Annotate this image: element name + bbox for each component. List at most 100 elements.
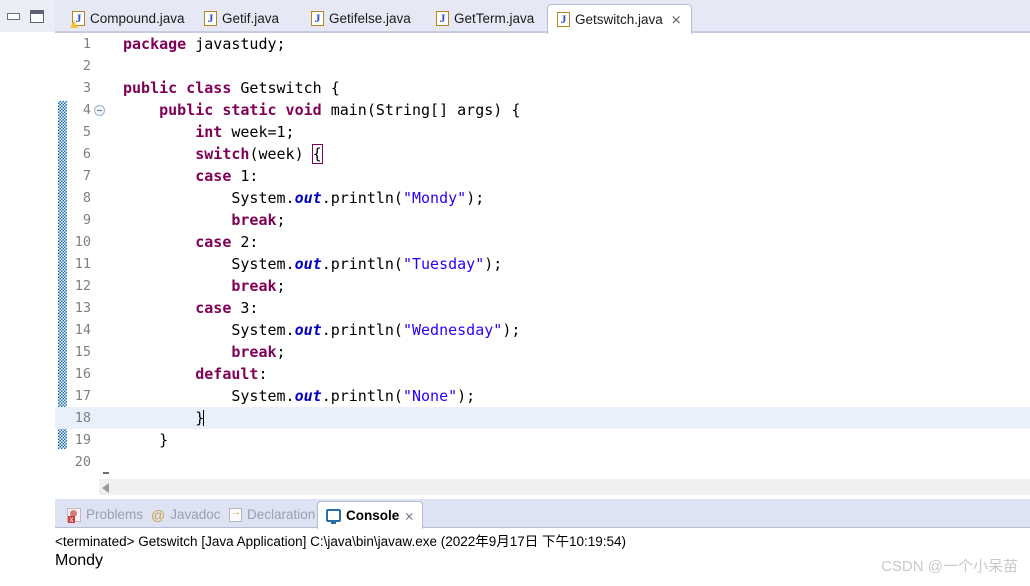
code-token: case: [195, 233, 232, 251]
scroll-left-arrow-icon[interactable]: [102, 483, 109, 493]
code-line[interactable]: 6 switch(week) {: [55, 143, 1030, 165]
code-editor-area[interactable]: 1 package javastudy; 2 3 public class Getswi…: [55, 33, 1030, 478]
code-line[interactable]: 8 System.out.println("Mondy");: [55, 187, 1030, 209]
console-tab-javadoc[interactable]: @ Javadoc: [143, 501, 229, 528]
code-line[interactable]: 17 System.out.println("None");: [55, 385, 1030, 407]
line-number: 2: [82, 58, 91, 74]
minimize-icon[interactable]: [7, 12, 20, 20]
line-number: 20: [74, 454, 91, 470]
maximize-icon[interactable]: [30, 9, 44, 23]
eclipse-ide-window: J Compound.java J Getif.java J Getifelse.java…: [0, 0, 1030, 586]
line-number: 11: [74, 256, 91, 272]
editor-tab-getswitch-java[interactable]: J Getswitch.java ⨯: [547, 4, 692, 36]
code-token: switch: [195, 145, 250, 163]
line-number: 6: [82, 146, 91, 162]
code-token: (week): [249, 145, 313, 163]
editor-tab-getif-java[interactable]: J Getif.java: [195, 4, 288, 33]
code-line[interactable]: 20: [55, 451, 1030, 473]
fold-collapse-icon[interactable]: [94, 105, 105, 116]
csdn-watermark: CSDN @一个小呆苗: [881, 558, 1018, 575]
code-line-text: package javastudy;: [123, 33, 286, 55]
line-number: 5: [82, 124, 91, 140]
java-file-icon: J: [204, 11, 217, 26]
code-token: );: [457, 387, 476, 405]
code-token: public static void: [159, 101, 322, 119]
editor-tab-getterm-java[interactable]: J GetTerm.java: [427, 4, 543, 33]
code-lines: 1 package javastudy; 2 3 public class Getswi…: [55, 33, 1030, 473]
console-tab-label: Javadoc: [170, 507, 221, 522]
text-caret: [203, 410, 205, 426]
line-number: 3: [82, 80, 91, 96]
code-line[interactable]: 9 break;: [55, 209, 1030, 231]
code-line[interactable]: 19 }: [55, 429, 1030, 451]
code-line[interactable]: 16 default:: [55, 363, 1030, 385]
line-number: 14: [74, 322, 91, 338]
code-token: );: [466, 189, 485, 207]
code-token: break: [231, 211, 277, 229]
code-line[interactable]: 1 package javastudy;: [55, 33, 1030, 55]
code-token: 3:: [231, 299, 259, 317]
code-line[interactable]: 4 public static void main(String[] args)…: [55, 99, 1030, 121]
problems-icon: [67, 507, 81, 523]
code-line-text: int week=1;: [123, 121, 294, 143]
code-line[interactable]: 14 System.out.println("Wednesday");: [55, 319, 1030, 341]
code-line-text: case 2:: [123, 231, 258, 253]
close-icon[interactable]: ⨯: [671, 13, 682, 26]
editor-horizontal-scrollbar[interactable]: [99, 478, 1030, 495]
code-line-text: public class Getswitch {: [123, 77, 340, 99]
editor-tab-compound-java[interactable]: J Compound.java: [63, 4, 194, 33]
console-tab-console[interactable]: Console ⨯: [317, 501, 424, 531]
code-token: "None": [402, 387, 458, 405]
code-token: "Wednesday": [402, 321, 503, 339]
code-token: main(String[] args) {: [321, 101, 521, 119]
code-line-text: System.out.println("Tuesday");: [123, 253, 502, 275]
line-number: 12: [74, 278, 91, 294]
console-part: Problems @ Javadoc Declaration Console ⨯ <ter…: [55, 495, 1030, 586]
code-token: System.: [123, 255, 295, 273]
code-line[interactable]: 18 }: [55, 407, 1030, 429]
line-number: 9: [82, 212, 91, 228]
line-number: 16: [74, 366, 91, 382]
code-token: }: [123, 409, 205, 427]
code-token: System.: [123, 387, 295, 405]
line-number: 10: [74, 234, 91, 250]
close-icon[interactable]: ⨯: [404, 509, 414, 523]
line-number: 4: [82, 102, 91, 118]
code-line[interactable]: 11 System.out.println("Tuesday");: [55, 253, 1030, 275]
code-line[interactable]: 10 case 2:: [55, 231, 1030, 253]
editor-tab-getifelse-java[interactable]: J Getifelse.java: [302, 4, 420, 33]
code-token: 1:: [231, 167, 259, 185]
code-line[interactable]: 12 break;: [55, 275, 1030, 297]
code-line-text: case 3:: [123, 297, 258, 319]
code-line[interactable]: 15 break;: [55, 341, 1030, 363]
code-line[interactable]: 2: [55, 55, 1030, 77]
console-tab-declaration[interactable]: Declaration: [221, 501, 323, 528]
code-line-text: System.out.println("None");: [123, 385, 475, 407]
code-token: default: [195, 365, 259, 383]
code-line-text: case 1:: [123, 165, 258, 187]
console-tab-problems[interactable]: Problems: [59, 501, 151, 528]
console-body[interactable]: <terminated> Getswitch [Java Application…: [55, 528, 1030, 586]
code-line-text: break;: [123, 275, 286, 297]
editor-part: J Compound.java J Getif.java J Getifelse.java…: [55, 0, 1030, 495]
code-line[interactable]: 13 case 3:: [55, 297, 1030, 319]
line-number: 13: [74, 300, 91, 316]
code-token: out: [294, 387, 322, 405]
code-line[interactable]: 3 public class Getswitch {: [55, 77, 1030, 99]
code-token: javastudy;: [186, 35, 286, 53]
code-line-text: default:: [123, 363, 267, 385]
code-token: }: [123, 431, 169, 449]
console-terminated-line: <terminated> Getswitch [Java Application…: [55, 534, 627, 549]
fold-collapse-tick-icon[interactable]: [103, 472, 109, 474]
code-token: ;: [276, 277, 286, 295]
code-token: Getswitch {: [231, 79, 340, 97]
code-line[interactable]: 7 case 1:: [55, 165, 1030, 187]
code-line[interactable]: 5 int week=1;: [55, 121, 1030, 143]
code-token: package: [123, 35, 187, 53]
console-output-line: Mondy: [55, 552, 104, 569]
code-token: case: [195, 167, 232, 185]
code-token: break: [231, 343, 277, 361]
